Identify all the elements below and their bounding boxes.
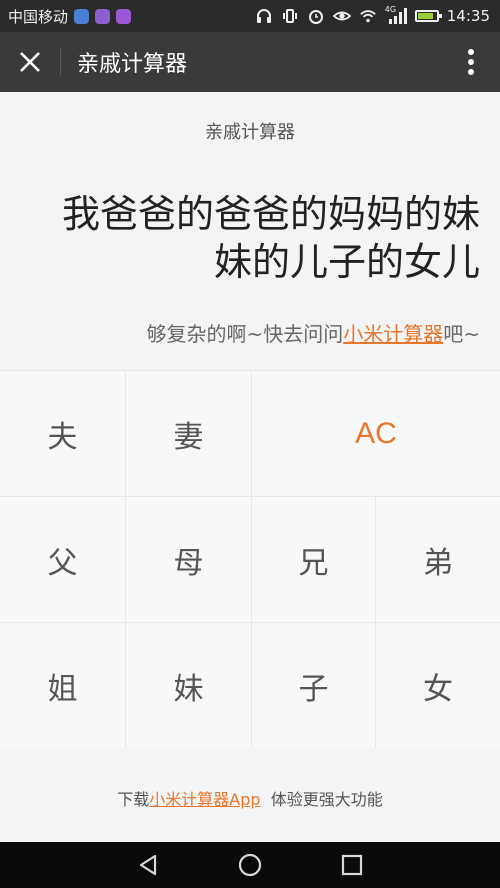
close-icon	[20, 52, 40, 72]
recents-square-icon	[341, 854, 363, 876]
back-triangle-icon	[139, 854, 157, 876]
result-hint: 够复杂的啊~快去问问小米计算器吧~	[20, 318, 480, 347]
notification-chat-icon	[116, 8, 132, 24]
title-bar: 亲戚计算器	[0, 32, 500, 92]
signal-icon: 4G	[384, 5, 407, 25]
status-right: 4G 14:35	[255, 0, 490, 32]
key-wife[interactable]: 妻	[126, 371, 252, 497]
promo-suffix: 体验更强大功能	[260, 790, 383, 809]
title-divider	[60, 48, 61, 76]
key-clear[interactable]: AC	[252, 371, 500, 497]
download-app-link[interactable]: 小米计算器App	[149, 790, 260, 809]
status-left: 中国移动	[0, 6, 132, 27]
notification-app-icon	[74, 8, 90, 24]
close-button[interactable]	[0, 32, 60, 92]
key-son[interactable]: 子	[252, 623, 376, 749]
key-younger-brother[interactable]: 弟	[376, 497, 500, 623]
status-bar: 中国移动 4G 14:35	[0, 0, 500, 32]
battery-icon	[414, 10, 442, 22]
eye-icon	[332, 7, 351, 25]
recents-button[interactable]	[337, 850, 367, 880]
promo-prefix: 下载	[117, 790, 150, 809]
relation-expression: 我爸爸的爸爸的妈妈的妹妹的儿子的女儿	[61, 192, 480, 284]
battery-level	[417, 13, 434, 19]
page-title: 亲戚计算器	[77, 52, 188, 77]
more-menu-button[interactable]	[456, 32, 486, 92]
clock: 14:35	[446, 7, 490, 25]
calculator-name: 亲戚计算器	[205, 122, 295, 143]
hint-suffix: 吧~	[443, 322, 480, 346]
calculator-display: 亲戚计算器 我爸爸的爸爸的妈妈的妹妹的儿子的女儿 够复杂的啊~快去问问小米计算器…	[0, 92, 500, 370]
xiaomi-calculator-link[interactable]: 小米计算器	[343, 322, 443, 346]
footer: 下载小米计算器App 体验更强大功能	[0, 748, 500, 842]
hint-prefix: 够复杂的啊~快去问问	[146, 322, 344, 346]
navigation-bar	[0, 842, 500, 888]
key-daughter[interactable]: 女	[376, 623, 500, 749]
key-elder-sister[interactable]: 姐	[0, 623, 126, 749]
download-promo: 下载小米计算器App 体验更强大功能	[0, 786, 500, 810]
vibrate-icon	[281, 7, 299, 25]
network-type-label: 4G	[384, 5, 397, 14]
more-vertical-icon	[468, 49, 474, 75]
home-button[interactable]	[235, 850, 265, 880]
notification-gallery-icon	[95, 8, 111, 24]
wifi-icon	[359, 7, 377, 25]
back-button[interactable]	[133, 850, 163, 880]
headphones-icon	[255, 7, 273, 25]
key-mother[interactable]: 母	[126, 497, 252, 623]
home-circle-icon	[238, 853, 262, 877]
key-husband[interactable]: 夫	[0, 371, 126, 497]
key-father[interactable]: 父	[0, 497, 126, 623]
carrier-label: 中国移动	[8, 7, 69, 26]
keypad: 夫 妻 AC 父 母 兄 弟 姐 妹 子 女	[0, 370, 500, 749]
key-younger-sister[interactable]: 妹	[126, 623, 252, 749]
key-elder-brother[interactable]: 兄	[252, 497, 376, 623]
alarm-icon	[307, 7, 325, 25]
